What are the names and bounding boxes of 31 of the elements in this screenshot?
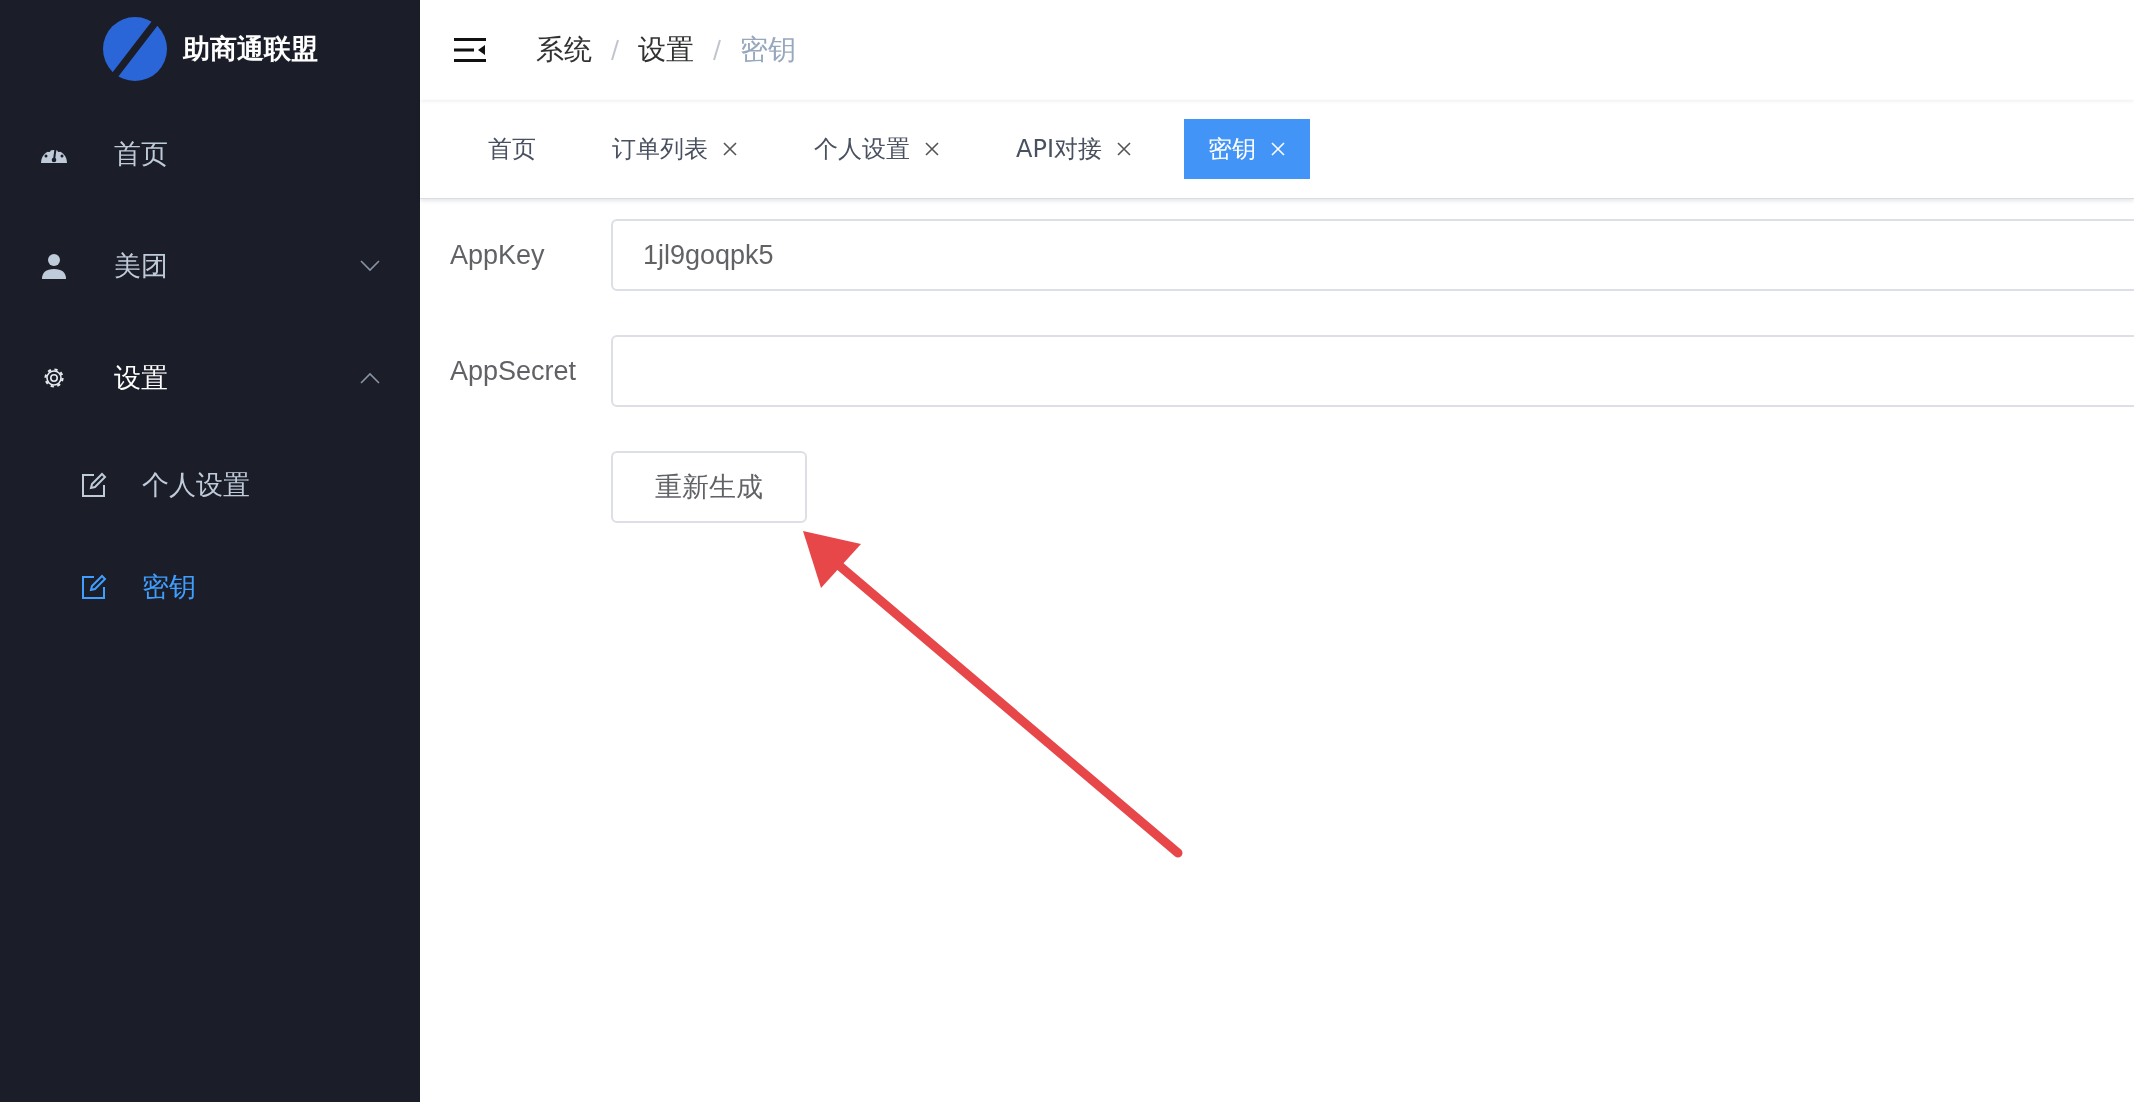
chevron-down-icon bbox=[360, 260, 380, 272]
user-icon bbox=[40, 252, 68, 280]
sidebar-item[interactable]: 美团 bbox=[0, 210, 420, 322]
sidebar-subitem[interactable]: 个人设置 bbox=[0, 434, 420, 536]
edit-icon bbox=[80, 573, 108, 601]
input-field[interactable] bbox=[611, 335, 2134, 407]
close-icon[interactable] bbox=[722, 141, 738, 157]
close-icon[interactable] bbox=[1269, 141, 1286, 157]
field-label: AppSecret bbox=[450, 355, 578, 387]
regenerate-button[interactable]: 重新生成 bbox=[611, 451, 807, 523]
tab[interactable]: 订单列表 bbox=[588, 119, 762, 179]
breadcrumb-item: 密钥 bbox=[740, 32, 796, 68]
close-icon[interactable] bbox=[924, 141, 940, 157]
breadcrumb-item[interactable]: 设置 bbox=[638, 31, 694, 69]
sidebar-subitem[interactable]: 密钥 bbox=[0, 536, 420, 638]
app-name: 助商通联盟 bbox=[182, 32, 318, 66]
field-label: AppKey bbox=[450, 239, 546, 271]
breadcrumb-separator-icon bbox=[712, 38, 722, 62]
tab[interactable]: 个人设置 bbox=[790, 119, 964, 179]
sidebar-item[interactable]: 设置 bbox=[0, 322, 420, 434]
tab[interactable]: 首页 bbox=[464, 119, 560, 179]
sidebar-item[interactable]: 首页 bbox=[0, 98, 420, 210]
logo-icon bbox=[102, 17, 167, 81]
menu-icon[interactable] bbox=[454, 37, 486, 63]
breadcrumb-item[interactable]: 系统 bbox=[536, 31, 592, 69]
breadcrumb-separator-icon bbox=[610, 38, 620, 62]
tab[interactable]: API对接 bbox=[992, 119, 1156, 179]
edit-icon bbox=[80, 471, 108, 499]
close-icon[interactable] bbox=[1115, 141, 1132, 157]
input-field[interactable]: 1jl9goqpk5 bbox=[611, 219, 2134, 291]
chevron-up-icon bbox=[360, 372, 380, 384]
